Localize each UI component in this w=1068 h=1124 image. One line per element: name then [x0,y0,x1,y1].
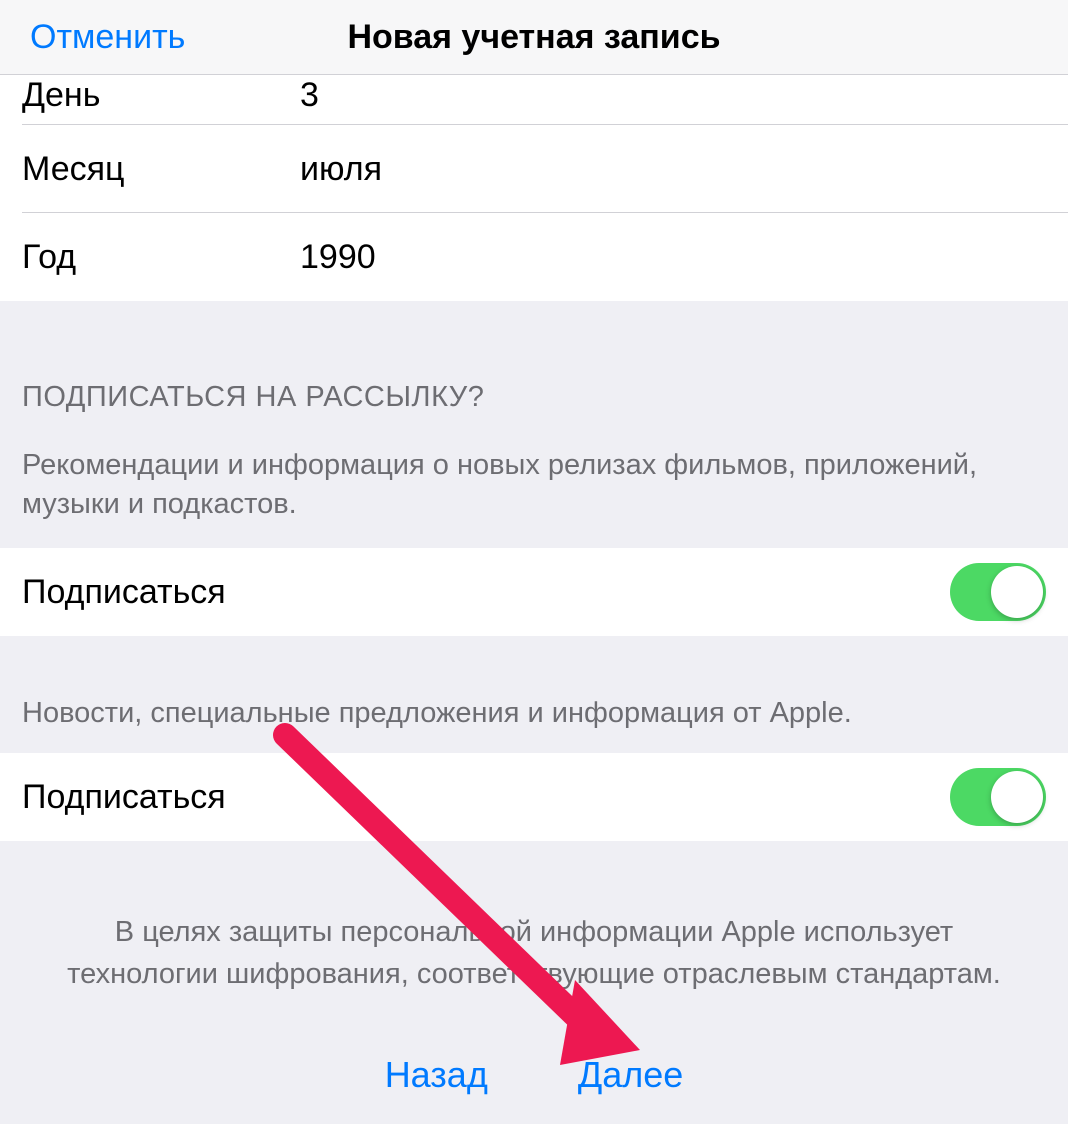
privacy-footer: В целях защиты персональной информации A… [0,841,1068,995]
subscribe-desc-2-wrap: Новости, специальные предложения и инфор… [0,636,1068,753]
year-value: 1990 [300,238,376,277]
year-row[interactable]: Год 1990 [0,213,1068,301]
page-title: Новая учетная запись [347,18,720,57]
switch-knob [991,771,1043,823]
subscribe-section-header: ПОДПИСАТЬСЯ НА РАССЫЛКУ? Рекомендации и … [0,301,1068,548]
back-button[interactable]: Назад [385,1054,488,1096]
day-row[interactable]: День 3 [0,75,1068,125]
day-label: День [22,75,300,115]
day-value: 3 [300,75,319,115]
month-value: июля [300,150,382,189]
privacy-text: В целях защиты персональной информации A… [60,911,1008,995]
subscribe-header-title: ПОДПИСАТЬСЯ НА РАССЫЛКУ? [22,381,1046,414]
bottom-button-bar: Назад Далее [0,1054,1068,1096]
subscribe-desc-2: Новости, специальные предложения и инфор… [22,694,1046,733]
subscribe-toggle-1[interactable] [950,563,1046,621]
switch-knob [991,566,1043,618]
subscribe-toggle-2[interactable] [950,768,1046,826]
subscribe-desc-1: Рекомендации и информация о новых релиза… [22,446,1046,536]
date-of-birth-group: День 3 Месяц июля Год 1990 [0,75,1068,301]
subscribe-toggle-row-1: Подписаться [0,548,1068,636]
subscribe-toggle-row-2: Подписаться [0,753,1068,841]
year-label: Год [22,238,300,277]
subscribe-toggle-2-label: Подписаться [22,778,226,817]
month-row[interactable]: Месяц июля [0,125,1068,213]
next-button[interactable]: Далее [578,1054,683,1096]
subscribe-toggle-1-label: Подписаться [22,573,226,612]
cancel-button[interactable]: Отменить [30,18,185,57]
month-label: Месяц [22,150,300,189]
navigation-bar: Отменить Новая учетная запись [0,0,1068,75]
